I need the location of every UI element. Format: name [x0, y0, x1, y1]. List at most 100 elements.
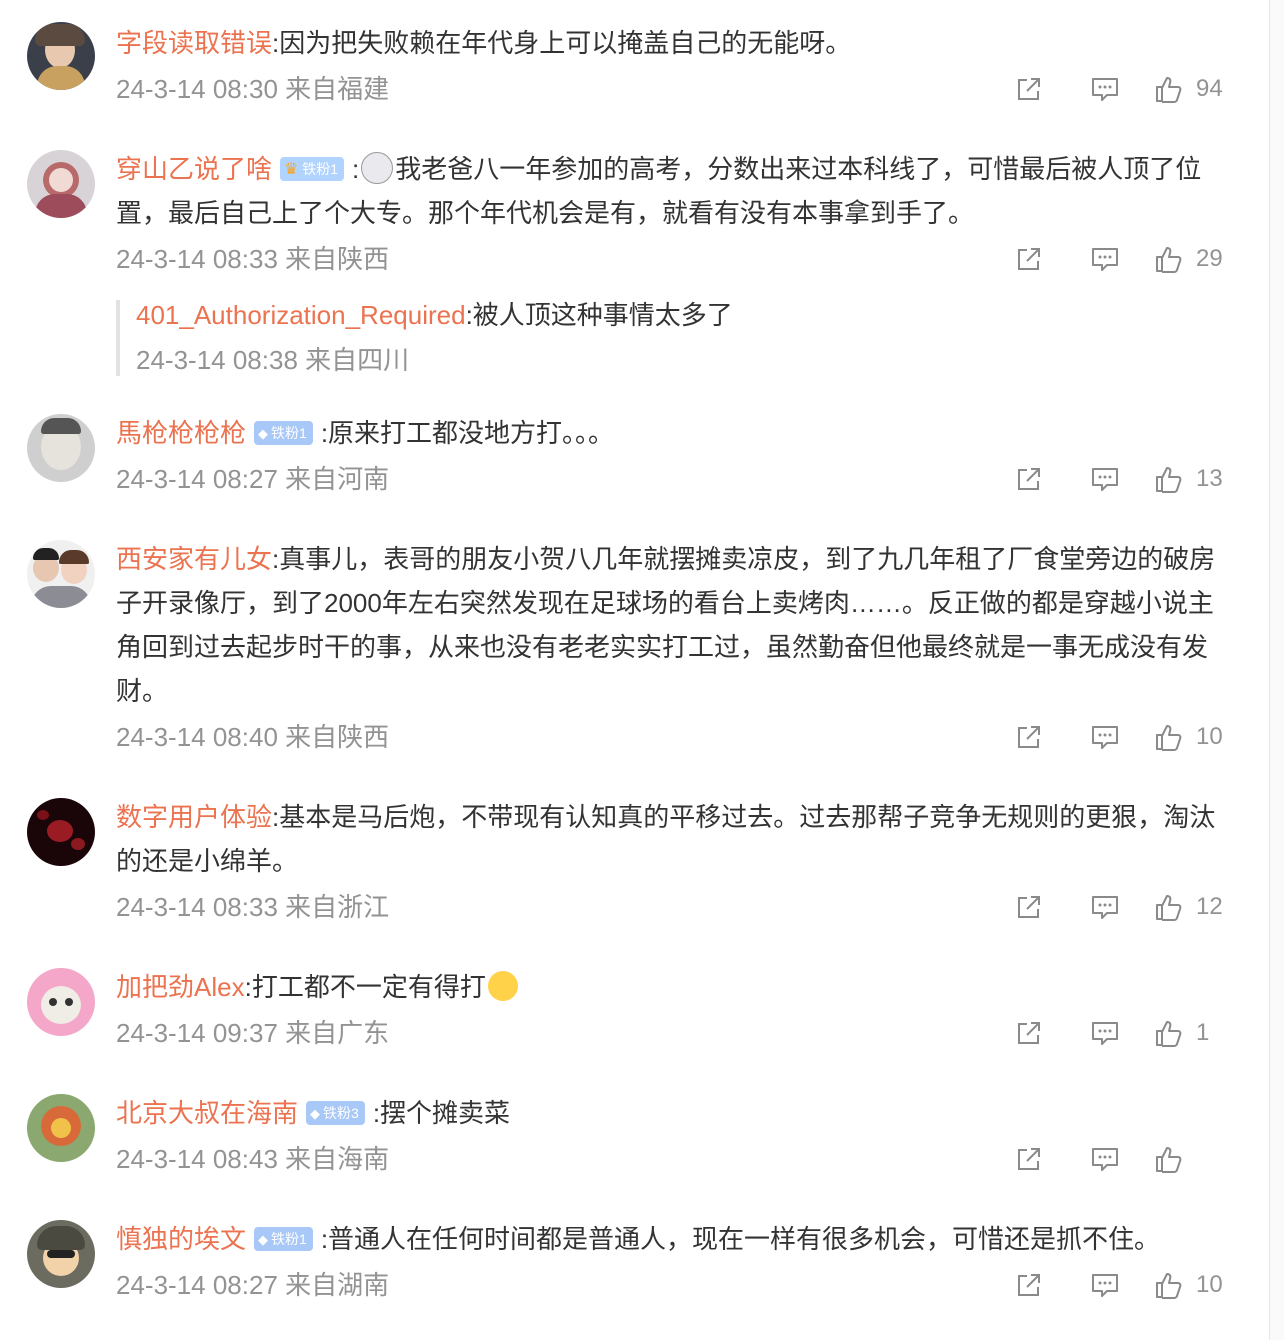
comment-actions: 29 [1014, 241, 1226, 277]
like-count: 12 [1196, 893, 1223, 920]
like-count: 10 [1196, 723, 1223, 750]
avatar[interactable] [27, 414, 95, 482]
comment-username[interactable]: 字段读取错误 [116, 28, 272, 58]
share-icon[interactable] [1014, 464, 1044, 494]
comment-body: :摆个摊卖菜 [372, 1098, 511, 1128]
comment-meta: 24-3-14 08:27 来自河南 [116, 464, 390, 494]
like-button[interactable]: 10 [1154, 722, 1226, 752]
comment-text: 馬枪枪枪枪 ◆ 铁粉1 :原来打工都没地方打。。。 [116, 411, 1226, 455]
comment-icon[interactable] [1090, 464, 1120, 494]
comment-actions: 10 [1014, 1267, 1226, 1303]
share-icon[interactable] [1014, 722, 1044, 752]
like-button[interactable]: 12 [1154, 892, 1226, 922]
comment-icon[interactable] [1090, 1144, 1120, 1174]
like-button[interactable]: 13 [1154, 464, 1226, 494]
share-icon[interactable] [1014, 74, 1044, 104]
fan-badge[interactable]: ◆ 铁粉1 [254, 421, 313, 446]
comment-actions: 10 [1014, 719, 1226, 755]
like-count: 94 [1196, 75, 1223, 102]
shush-emoji-icon [487, 971, 518, 1002]
thumbs-up-icon [1154, 74, 1184, 104]
like-count: 13 [1196, 465, 1223, 492]
diamond-icon: ◆ [258, 426, 269, 442]
share-icon[interactable] [1014, 1144, 1044, 1174]
like-count: 1 [1196, 1019, 1210, 1046]
thumbs-up-icon [1154, 722, 1184, 752]
comment-body: :普通人在任何时间都是普通人，现在一样有很多机会，可惜还是抓不住。 [320, 1224, 1161, 1254]
comment-icon[interactable] [1090, 1018, 1120, 1048]
comment-body: :基本是马后炮，不带现有认知真的平移过去。过去那帮子竞争无规则的更狠，淘汰的还是… [116, 802, 1216, 876]
share-icon[interactable] [1014, 244, 1044, 274]
thumbs-up-icon [1154, 1018, 1184, 1048]
comment-body: :原来打工都没地方打。。。 [320, 418, 615, 448]
comment-username[interactable]: 加把劲Alex [116, 972, 245, 1002]
share-icon[interactable] [1014, 1270, 1044, 1300]
reply-meta: 24-3-14 08:38 来自四川 [136, 345, 410, 375]
comment-text: 字段读取错误:因为把失败赖在年代身上可以掩盖自己的无能呀。 [116, 21, 1226, 65]
reply-username[interactable]: 401_Authorization_Required [136, 300, 466, 330]
fan-badge[interactable]: ◆ 铁粉1 [254, 1227, 313, 1252]
badge-label: 铁粉1 [271, 425, 307, 442]
comment-body-prefix: : [352, 154, 360, 184]
comment-meta: 24-3-14 09:37 来自广东 [116, 1018, 390, 1048]
comment-meta: 24-3-14 08:43 来自海南 [116, 1144, 390, 1174]
like-button[interactable] [1154, 1144, 1226, 1174]
comment-meta: 24-3-14 08:33 来自浙江 [116, 892, 390, 922]
comment-actions: 13 [1014, 461, 1226, 497]
share-icon[interactable] [1014, 1018, 1044, 1048]
avatar[interactable] [27, 968, 95, 1036]
comment-text: 慎独的埃文 ◆ 铁粉1 :普通人在任何时间都是普通人，现在一样有很多机会，可惜还是抓不… [116, 1217, 1226, 1261]
comment-actions: 1 [1014, 1015, 1226, 1051]
avatar[interactable] [27, 798, 95, 866]
avatar[interactable] [27, 1220, 95, 1288]
avatar[interactable] [27, 540, 95, 608]
comment-text: 数字用户体验:基本是马后炮，不带现有认知真的平移过去。过去那帮子竞争无规则的更狠… [116, 795, 1226, 883]
comment-body: :因为把失败赖在年代身上可以掩盖自己的无能呀。 [272, 28, 852, 58]
avatar[interactable] [27, 1094, 95, 1162]
diamond-icon: ◆ [310, 1106, 321, 1122]
comment-username[interactable]: 北京大叔在海南 [116, 1098, 298, 1128]
comment-meta: 24-3-14 08:40 来自陕西 [116, 722, 390, 752]
crown-icon: ♛ [284, 161, 299, 179]
comment-body: :真事儿，表哥的朋友小贺八几年就摆摊卖凉皮，到了九几年租了厂食堂旁边的破房子开录… [116, 544, 1216, 706]
reply-text: 401_Authorization_Required:被人顶这种事情太多了 [136, 297, 733, 333]
thumbs-up-icon [1154, 464, 1184, 494]
comment-icon[interactable] [1090, 74, 1120, 104]
comment-icon[interactable] [1090, 892, 1120, 922]
share-icon[interactable] [1014, 892, 1044, 922]
fan-badge[interactable]: ♛ 铁粉1 [280, 157, 345, 182]
reply-divider [116, 300, 120, 376]
badge-label: 铁粉3 [323, 1105, 359, 1122]
comment-actions: 94 [1014, 71, 1226, 107]
comment-text: 北京大叔在海南 ◆ 铁粉3 :摆个摊卖菜 [116, 1091, 1226, 1135]
scrollbar[interactable] [1269, 0, 1284, 1340]
comment-username[interactable]: 穿山乙说了啥 [116, 154, 272, 184]
comment-body: :打工都不一定有得打 [244, 972, 486, 1002]
comment-text: 穿山乙说了啥 ♛ 铁粉1: 我老爸八一年参加的高考，分数出来过本科线了，可惜最后被人… [116, 147, 1226, 235]
comment-username[interactable]: 西安家有儿女 [116, 544, 272, 574]
comment-username[interactable]: 数字用户体验 [116, 802, 272, 832]
panda-emoji-icon [361, 152, 394, 185]
like-count: 29 [1196, 245, 1223, 272]
like-button[interactable]: 94 [1154, 74, 1226, 104]
comment-meta: 24-3-14 08:27 来自湖南 [116, 1270, 390, 1300]
avatar[interactable] [27, 22, 95, 90]
like-button[interactable]: 29 [1154, 244, 1226, 274]
like-count: 10 [1196, 1271, 1223, 1298]
comment-body: 我老爸八一年参加的高考，分数出来过本科线了，可惜最后被人顶了位置，最后自己上了个… [116, 154, 1202, 228]
comment-text: 西安家有儿女:真事儿，表哥的朋友小贺八几年就摆摊卖凉皮，到了九几年租了厂食堂旁边… [116, 537, 1226, 713]
comment-icon[interactable] [1090, 1270, 1120, 1300]
comment-username[interactable]: 馬枪枪枪枪 [116, 418, 246, 448]
comment-icon[interactable] [1090, 244, 1120, 274]
comment-actions [1014, 1141, 1226, 1177]
like-button[interactable]: 10 [1154, 1270, 1226, 1300]
thumbs-up-icon [1154, 1270, 1184, 1300]
badge-label: 铁粉1 [302, 161, 339, 178]
comment-actions: 12 [1014, 889, 1226, 925]
like-button[interactable]: 1 [1154, 1018, 1226, 1048]
comment-icon[interactable] [1090, 722, 1120, 752]
fan-badge[interactable]: ◆ 铁粉3 [306, 1101, 365, 1126]
avatar[interactable] [27, 150, 95, 218]
comment-username[interactable]: 慎独的埃文 [116, 1224, 246, 1254]
comment-meta: 24-3-14 08:30 来自福建 [116, 74, 390, 104]
